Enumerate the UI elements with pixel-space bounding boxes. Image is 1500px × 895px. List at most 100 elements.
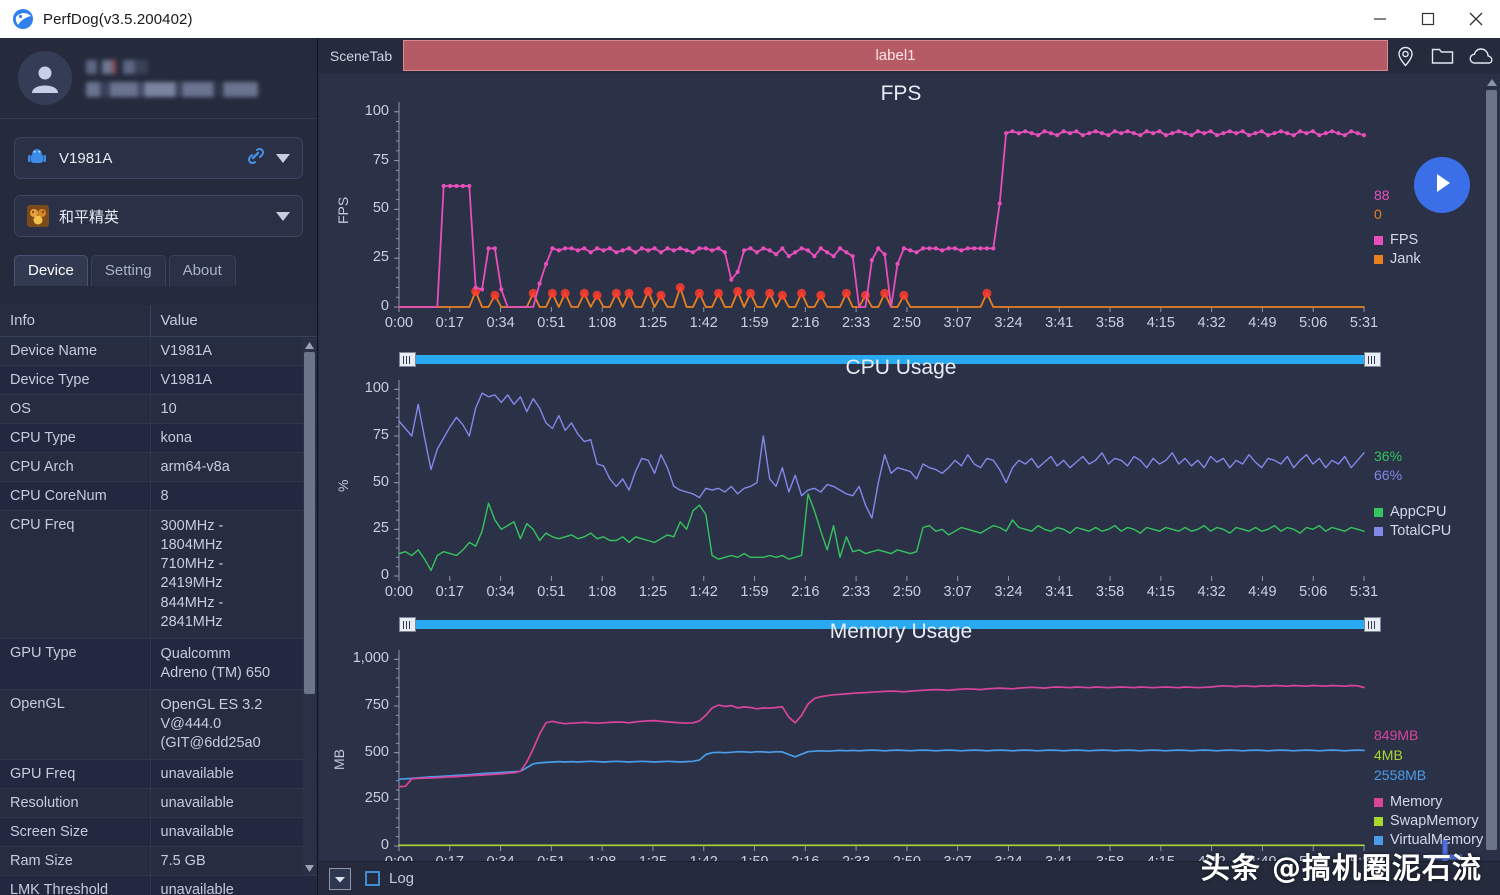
main-scroll-thumb[interactable] [1486, 90, 1497, 850]
scene-banner[interactable]: label1 [403, 40, 1388, 71]
main-panel: SceneTab label1 FPS FPS 0 25 50 75 100 0… [319, 38, 1500, 895]
sidebar-tabs: Device Setting About [0, 253, 317, 286]
x-tick-label: 2:16 [791, 584, 820, 600]
usb-link-icon[interactable] [246, 146, 266, 171]
x-tick-label: 3:41 [1039, 854, 1079, 861]
chart-cpu-plot [394, 380, 1365, 581]
x-tick-label: 5:06 [1299, 315, 1328, 331]
x-tick-label: 4:15 [1141, 854, 1181, 861]
chart-memory-plot [394, 650, 1365, 851]
x-tick-label: 0:34 [481, 854, 521, 861]
legend-item[interactable]: FPS [1374, 232, 1418, 248]
user-profile[interactable] [0, 38, 317, 119]
value-cell: unavailable [150, 875, 317, 895]
x-tick-label: 0:34 [486, 315, 515, 331]
x-tick-label: 3:24 [994, 315, 1023, 331]
info-cell: Screen Size [0, 817, 151, 848]
sidebar: V1981A 和平精英 Device Setting About Info Va… [0, 38, 318, 895]
chevron-down-icon[interactable] [276, 153, 290, 163]
chart-cpu: CPU Usage % 0 25 50 75 100 0:00 0:17 0:34 0:51 1… [319, 356, 1483, 606]
legend-item[interactable]: Jank [1374, 251, 1421, 267]
info-cell: Device Name [0, 336, 151, 366]
tab-about-label: About [182, 262, 222, 279]
legend-label: AppCPU [1390, 504, 1447, 520]
y-tick-label: 75 [372, 427, 389, 443]
info-cell: CPU Arch [0, 452, 151, 482]
table-row: OS 10 [0, 394, 317, 424]
tab-device[interactable]: Device [14, 255, 88, 286]
device-selector[interactable]: V1981A [14, 137, 303, 179]
window-title: PerfDog(v3.5.200402) [43, 10, 193, 28]
x-tick-label: 0:34 [486, 584, 515, 600]
value-cell: unavailable [150, 817, 317, 848]
cloud-icon[interactable] [1469, 47, 1493, 66]
legend-item[interactable]: TotalCPU [1374, 523, 1451, 539]
scroll-down-icon[interactable] [303, 861, 316, 875]
x-tick-label: 1:08 [582, 854, 622, 861]
tab-setting-label: Setting [104, 262, 152, 279]
info-cell: Device Type [0, 365, 151, 395]
sidebar-scrollbar[interactable] [303, 338, 316, 875]
play-button[interactable] [1414, 157, 1470, 213]
legend-current-value: 2558MB [1374, 767, 1427, 783]
x-tick-label: 4:49 [1248, 315, 1277, 331]
main-scrollbar[interactable] [1483, 74, 1500, 895]
game-app-icon [27, 205, 49, 227]
info-cell: CPU Type [0, 423, 151, 453]
x-tick-label: 1:25 [638, 315, 668, 331]
app-selector[interactable]: 和平精英 [14, 195, 303, 237]
scroll-up-icon[interactable] [1483, 74, 1500, 90]
tab-setting[interactable]: Setting [90, 255, 166, 286]
y-tick-label: 0 [380, 298, 389, 314]
info-cell: OpenGL [0, 689, 151, 761]
table-row: CPU Type kona [0, 423, 317, 453]
scenetab-label[interactable]: SceneTab [319, 38, 403, 74]
scroll-up-icon[interactable] [303, 338, 316, 352]
legend-label: SwapMemory [1390, 813, 1479, 829]
log-dropdown-button[interactable] [329, 867, 351, 890]
table-row: LMK Threshold unavailable [0, 875, 317, 895]
table-row: CPU CoreNum 8 [0, 481, 317, 511]
x-tick-label: 1:59 [740, 584, 769, 600]
legend-item[interactable]: SwapMemory [1374, 813, 1479, 829]
legend-current-value: 36% [1374, 448, 1403, 464]
value-cell: Qualcomm Adreno (TM) 650 [150, 638, 317, 691]
title-bar: PerfDog(v3.5.200402) [0, 0, 1500, 38]
value-cell: unavailable [150, 759, 317, 790]
x-tick-label: 3:58 [1095, 584, 1125, 600]
x-tick-label: 2:16 [791, 315, 820, 331]
value-cell: V1981A [150, 336, 317, 366]
chart-fps-plot [394, 102, 1367, 312]
y-tick-label: 25 [372, 249, 389, 266]
table-row: Screen Size unavailable [0, 817, 317, 848]
log-checkbox[interactable] [365, 871, 380, 886]
x-tick-label: 4:32 [1197, 315, 1226, 331]
close-icon[interactable] [1452, 0, 1500, 38]
selectors: V1981A 和平精英 [0, 119, 317, 237]
value-cell: OpenGL ES 3.2 V@444.0 (GIT@6dd25a0 [150, 689, 317, 761]
x-tick-label: 2:33 [841, 315, 871, 331]
folder-icon[interactable] [1431, 46, 1454, 66]
legend-swatch [1374, 797, 1383, 807]
x-tick-label: 3:07 [943, 584, 972, 600]
x-tick-label: 1:42 [684, 854, 724, 861]
x-tick-label: 1:42 [689, 315, 718, 331]
sidebar-scroll-thumb[interactable] [304, 352, 315, 694]
legend-item[interactable]: AppCPU [1374, 504, 1446, 520]
legend-current-value: 88 [1374, 187, 1390, 203]
chevron-down-icon[interactable] [276, 211, 290, 221]
table-row: CPU Arch arm64-v8a [0, 452, 317, 482]
tab-about[interactable]: About [168, 255, 236, 286]
y-tick-label: 100 [364, 102, 389, 119]
info-cell: CPU Freq [0, 510, 151, 639]
legend-swatch [1374, 254, 1383, 264]
location-pin-icon[interactable] [1395, 46, 1416, 67]
legend-item[interactable]: Memory [1374, 794, 1442, 810]
x-tick-label: 2:50 [887, 854, 927, 861]
minimize-icon[interactable] [1356, 0, 1404, 38]
legend-swatch [1374, 235, 1383, 245]
play-button-icon [1429, 170, 1455, 201]
x-tick-label: 1:42 [689, 584, 718, 600]
maximize-icon[interactable] [1404, 0, 1452, 38]
value-cell: 300MHz - 1804MHz 710MHz - 2419MHz 844MHz… [150, 510, 317, 639]
